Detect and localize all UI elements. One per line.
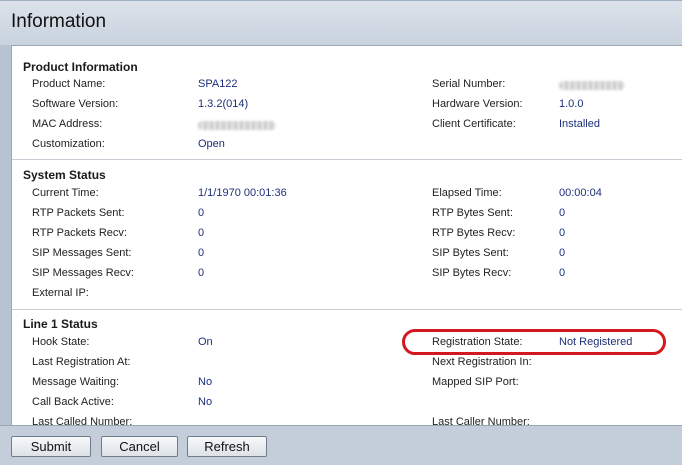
product-name-row: Product Name: SPA122 Serial Number: — [12, 78, 682, 94]
software-version-row: Software Version: 1.3.2(014) Hardware Ve… — [12, 98, 682, 114]
sip-sent-row: SIP Messages Sent: 0 SIP Bytes Sent: 0 — [12, 247, 682, 263]
last-called-row: Last Called Number: Last Caller Number: — [12, 416, 682, 425]
rtp-recv-row: RTP Packets Recv: 0 RTP Bytes Recv: 0 — [12, 227, 682, 243]
info-panel: Product Information Product Name: SPA122… — [11, 45, 682, 425]
call-back-row: Call Back Active: No — [12, 396, 682, 412]
hook-state-value: On — [198, 336, 213, 348]
sip-bytes-recv-label: SIP Bytes Recv: — [432, 267, 512, 279]
message-waiting-row: Message Waiting: No Mapped SIP Port: — [12, 376, 682, 392]
page-title: Information — [11, 11, 107, 32]
message-waiting-label: Message Waiting: — [32, 376, 120, 388]
product-name-value: SPA122 — [198, 78, 238, 90]
section-divider — [12, 309, 682, 310]
hardware-version-label: Hardware Version: — [432, 98, 523, 110]
last-registration-label: Last Registration At: — [32, 356, 131, 368]
next-registration-label: Next Registration In: — [432, 356, 532, 368]
sip-messages-sent-label: SIP Messages Sent: — [32, 247, 132, 259]
external-ip-label: External IP: — [32, 287, 89, 299]
sip-bytes-sent-label: SIP Bytes Sent: — [432, 247, 509, 259]
line1-status-heading: Line 1 Status — [23, 317, 98, 331]
last-caller-number-label: Last Caller Number: — [432, 416, 530, 425]
cancel-button[interactable]: Cancel — [101, 436, 178, 457]
sip-recv-row: SIP Messages Recv: 0 SIP Bytes Recv: 0 — [12, 267, 682, 283]
rtp-packets-recv-value: 0 — [198, 227, 205, 239]
sip-messages-recv-value: 0 — [198, 267, 205, 279]
rtp-sent-row: RTP Packets Sent: 0 RTP Bytes Sent: 0 — [12, 207, 682, 223]
mac-address-label: MAC Address: — [32, 118, 103, 130]
elapsed-time-value: 00:00:04 — [559, 187, 602, 199]
software-version-label: Software Version: — [32, 98, 119, 110]
elapsed-time-label: Elapsed Time: — [432, 187, 502, 199]
client-certificate-label: Client Certificate: — [432, 118, 516, 130]
call-back-active-label: Call Back Active: — [32, 396, 114, 408]
software-version-value: 1.3.2(014) — [198, 98, 249, 110]
refresh-button[interactable]: Refresh — [187, 436, 267, 457]
customization-value: Open — [198, 138, 225, 150]
serial-number-value — [559, 78, 625, 93]
title-bar: Information — [0, 0, 682, 45]
rtp-packets-sent-value: 0 — [198, 207, 205, 219]
rtp-bytes-sent-label: RTP Bytes Sent: — [432, 207, 513, 219]
last-registration-row: Last Registration At: Next Registration … — [12, 356, 682, 372]
section-divider — [12, 159, 682, 160]
rtp-packets-recv-label: RTP Packets Recv: — [32, 227, 127, 239]
product-name-label: Product Name: — [32, 78, 106, 90]
mac-address-row: MAC Address: Client Certificate: Install… — [12, 118, 682, 134]
client-certificate-value: Installed — [559, 118, 600, 130]
hardware-version-value: 1.0.0 — [559, 98, 584, 110]
external-ip-row: External IP: — [12, 287, 682, 303]
product-information-heading: Product Information — [23, 60, 138, 74]
current-time-value: 1/1/1970 00:01:36 — [198, 187, 287, 199]
message-waiting-value: No — [198, 376, 213, 388]
current-time-label: Current Time: — [32, 187, 99, 199]
mapped-sip-port-label: Mapped SIP Port: — [432, 376, 519, 388]
last-called-number-label: Last Called Number: — [32, 416, 133, 425]
current-time-row: Current Time: 1/1/1970 00:01:36 Elapsed … — [12, 187, 682, 203]
hook-state-label: Hook State: — [32, 336, 90, 348]
rtp-bytes-recv-value: 0 — [559, 227, 566, 239]
call-back-active-value: No — [198, 396, 213, 408]
sip-messages-sent-value: 0 — [198, 247, 205, 259]
sip-bytes-sent-value: 0 — [559, 247, 566, 259]
button-bar: Submit Cancel Refresh — [0, 425, 682, 465]
mac-address-value — [198, 118, 276, 133]
redacted-serial — [559, 81, 625, 90]
customization-label: Customization: — [32, 138, 105, 150]
rtp-packets-sent-label: RTP Packets Sent: — [32, 207, 125, 219]
redacted-mac — [198, 121, 276, 130]
sip-bytes-recv-value: 0 — [559, 267, 566, 279]
submit-button[interactable]: Submit — [11, 436, 91, 457]
sip-messages-recv-label: SIP Messages Recv: — [32, 267, 134, 279]
customization-row: Customization: Open — [12, 138, 682, 154]
system-status-heading: System Status — [23, 168, 106, 182]
rtp-bytes-sent-value: 0 — [559, 207, 566, 219]
rtp-bytes-recv-label: RTP Bytes Recv: — [432, 227, 516, 239]
serial-number-label: Serial Number: — [432, 78, 506, 90]
registration-state-highlight — [402, 329, 666, 355]
